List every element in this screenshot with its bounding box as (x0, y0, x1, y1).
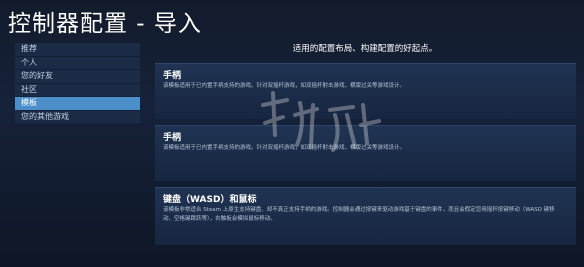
sidebar-item-recommended[interactable]: 推荐 (15, 43, 140, 56)
card-description: 该模板适用于已内置手柄支持的游戏。针对双摇杆游戏，如双摇杆射击游戏，横版过关等游… (163, 145, 406, 151)
sidebar-item-community[interactable]: 社区 (15, 83, 140, 96)
card-title: 手柄 (163, 133, 182, 143)
template-card-gamepad-2[interactable]: 手柄 该模板适用于已内置手柄支持的游戏。针对双摇杆游戏，如双摇杆射击游戏，横版过… (155, 125, 576, 181)
sidebar-item-templates[interactable]: 模板 (15, 97, 140, 110)
template-card-gamepad[interactable]: 手柄 该模板适用于已内置手柄支持的游戏。针对双摇杆游戏，如双摇杆射击游戏，横版过… (155, 63, 576, 119)
card-description: 该模板非常适合 Steam 上原生支持键盘、却不真正支持手柄的游戏。控制器会通过… (163, 207, 555, 222)
template-card-keyboard-mouse[interactable]: 键盘（WASD）和鼠标 该模板非常适合 Steam 上原生支持键盘、却不真正支持… (155, 187, 576, 245)
card-title: 手柄 (163, 71, 182, 81)
sidebar-item-personal[interactable]: 个人 (15, 56, 140, 69)
card-description: 该模板适用于已内置手柄支持的游戏。针对双摇杆游戏，如双摇杆射击游戏，横版过关等游… (163, 83, 406, 89)
page-title: 控制器配置 - 导入 (8, 11, 202, 37)
section-tagline: 适用的配置布局、构建配置的好起点。 (292, 44, 438, 54)
card-title: 键盘（WASD）和鼠标 (163, 195, 257, 205)
sidebar-item-other-games[interactable]: 您的其他游戏 (15, 110, 140, 123)
sidebar-item-friends[interactable]: 您的好友 (15, 70, 140, 83)
sidebar: 推荐 个人 您的好友 社区 模板 您的其他游戏 (15, 43, 140, 124)
